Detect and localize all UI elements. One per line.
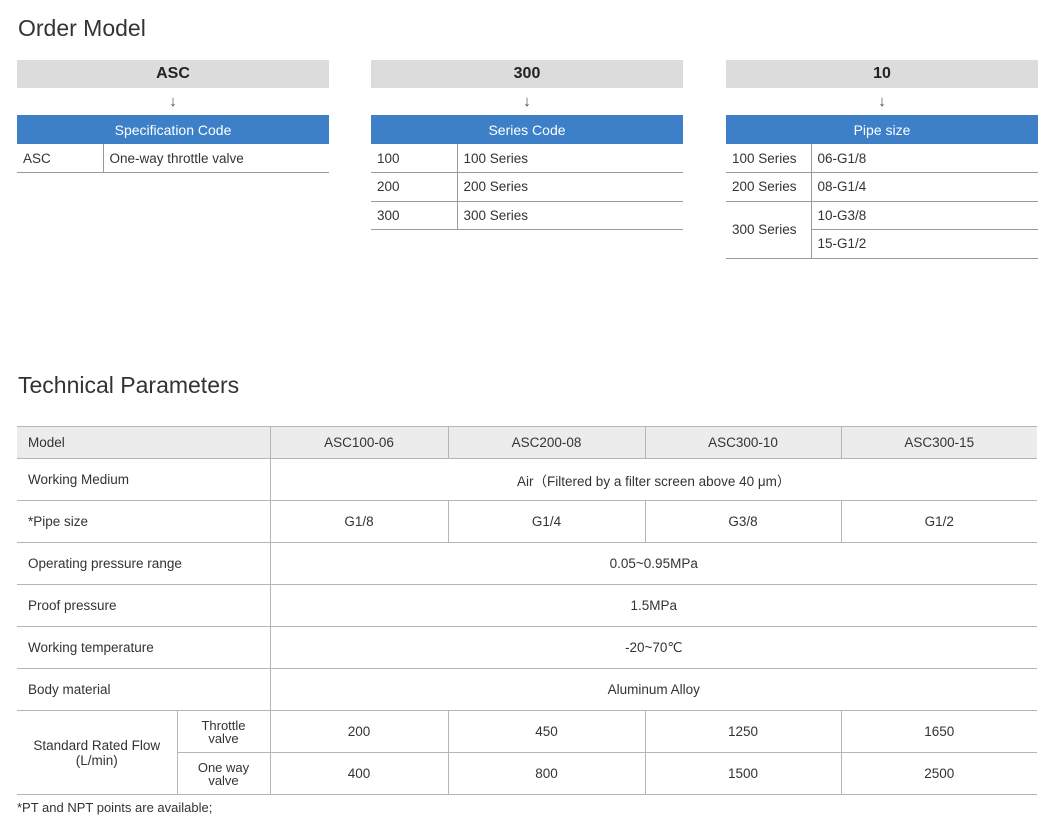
pipe-size-label: *Pipe size	[17, 500, 271, 543]
oneway-valve-label: One way valve	[177, 752, 271, 795]
order-model-title: Order Model	[18, 15, 146, 41]
spec-code-table: ASC One-way throttle valve	[17, 144, 329, 173]
series-code-block: 300 ↓ Series Code 100 100 Series 200 200…	[371, 60, 683, 230]
pipe-size-desc: 08-G1/4	[811, 172, 1038, 202]
series-key: 200	[371, 172, 458, 202]
oneway-flow-cell: 800	[447, 752, 646, 795]
pipe-series-key: 200 Series	[726, 172, 812, 202]
table-row: 300 Series 10-G3/8	[726, 201, 1038, 259]
table-row: Working Medium Air（Filtered by a filter …	[17, 458, 1037, 501]
working-temperature-label: Working temperature	[17, 626, 271, 669]
arrow-down-icon: ↓	[523, 93, 531, 110]
standard-rated-flow-label: Standard Rated Flow (L/min)	[17, 710, 178, 795]
pipe-size-value: 10	[726, 60, 1038, 88]
body-material-value: Aluminum Alloy	[269, 668, 1037, 711]
table-row: 100 Series 06-G1/8	[726, 144, 1038, 173]
technical-parameters-title: Technical Parameters	[18, 372, 240, 398]
spec-code-key: ASC	[17, 144, 104, 173]
spec-code-desc: One-way throttle valve	[103, 144, 329, 173]
pipe-size-cell: G3/8	[644, 500, 842, 543]
table-row: Model ASC100-06 ASC200-08 ASC300-10 ASC3…	[17, 426, 1037, 459]
pipe-series-key: 300 Series	[726, 201, 812, 259]
pipe-size-cell: G1/8	[269, 500, 449, 543]
model-header-cell: ASC200-08	[447, 426, 646, 459]
series-key: 100	[371, 144, 458, 173]
table-row: Operating pressure range 0.05~0.95MPa	[17, 542, 1037, 585]
model-header-cell: ASC100-06	[269, 426, 449, 459]
flow-label-line2: (L/min)	[75, 752, 118, 768]
pipe-size-block: 10 ↓ Pipe size 100 Series 06-G1/8 200 Se…	[726, 60, 1038, 259]
table-row: Proof pressure 1.5MPa	[17, 584, 1037, 627]
technical-parameters-table: Model ASC100-06 ASC200-08 ASC300-10 ASC3…	[17, 426, 1037, 795]
flow-label-line1: Standard Rated Flow	[33, 737, 161, 753]
pipe-size-desc: 10-G3/8	[811, 201, 1038, 230]
proof-pressure-value: 1.5MPa	[269, 584, 1037, 627]
oneway-line1: One way	[197, 759, 250, 775]
model-header-cell: ASC300-10	[644, 426, 842, 459]
model-header-cell: ASC300-15	[840, 426, 1037, 459]
throttle-valve-label: Throttle valve	[176, 710, 271, 753]
table-row: 200 Series 08-G1/4	[726, 172, 1038, 202]
working-temperature-value: -20~70℃	[269, 626, 1037, 669]
oneway-line2: valve	[208, 772, 239, 788]
table-row: 100 100 Series	[371, 144, 683, 173]
throttle-line2: valve	[208, 730, 239, 746]
oneway-flow-cell: 2500	[840, 752, 1037, 795]
series-desc: 200 Series	[457, 172, 683, 202]
working-medium-label: Working Medium	[17, 458, 271, 501]
pipe-size-table: 100 Series 06-G1/8 200 Series 08-G1/4 30…	[726, 144, 1038, 259]
arrow-down-icon: ↓	[169, 93, 177, 110]
series-code-value: 300	[371, 60, 683, 88]
table-row: Body material Aluminum Alloy	[17, 668, 1037, 711]
operating-pressure-label: Operating pressure range	[17, 542, 271, 585]
pipe-size-desc: 06-G1/8	[811, 144, 1038, 173]
table-row: ASC One-way throttle valve	[17, 144, 329, 173]
oneway-flow-cell: 400	[269, 752, 449, 795]
arrow-down-icon: ↓	[878, 93, 886, 110]
series-key: 300	[371, 201, 458, 230]
table-row: Standard Rated Flow (L/min) Throttle val…	[17, 710, 1037, 795]
series-code-header: Series Code	[371, 115, 683, 144]
table-row: 300 300 Series	[371, 201, 683, 230]
throttle-flow-cell: 450	[447, 710, 646, 753]
table-row: 200 200 Series	[371, 172, 683, 202]
throttle-flow-cell: 1650	[840, 710, 1037, 753]
spec-code-value: ASC	[17, 60, 329, 88]
table-row: Working temperature -20~70℃	[17, 626, 1037, 669]
pipe-size-header: Pipe size	[726, 115, 1038, 144]
throttle-flow-cell: 1250	[644, 710, 842, 753]
series-desc: 300 Series	[457, 201, 683, 230]
pipe-size-cell: G1/2	[840, 500, 1037, 543]
throttle-flow-cell: 200	[269, 710, 449, 753]
table-row: *Pipe size G1/8 G1/4 G3/8 G1/2	[17, 500, 1037, 543]
series-desc: 100 Series	[457, 144, 683, 173]
spec-code-header: Specification Code	[17, 115, 329, 144]
spec-code-block: ASC ↓ Specification Code ASC One-way thr…	[17, 60, 329, 173]
pipe-series-key: 100 Series	[726, 144, 812, 173]
operating-pressure-value: 0.05~0.95MPa	[269, 542, 1037, 585]
proof-pressure-label: Proof pressure	[17, 584, 271, 627]
model-header-label: Model	[17, 426, 271, 459]
body-material-label: Body material	[17, 668, 271, 711]
working-medium-value: Air（Filtered by a filter screen above 40…	[269, 458, 1037, 501]
footnote: *PT and NPT points are available;	[17, 800, 213, 815]
series-code-table: 100 100 Series 200 200 Series 300 300 Se…	[371, 144, 683, 230]
pipe-size-cell: G1/4	[447, 500, 646, 543]
throttle-line1: Throttle	[201, 717, 246, 733]
pipe-size-desc: 15-G1/2	[811, 229, 1038, 259]
oneway-flow-cell: 1500	[644, 752, 842, 795]
